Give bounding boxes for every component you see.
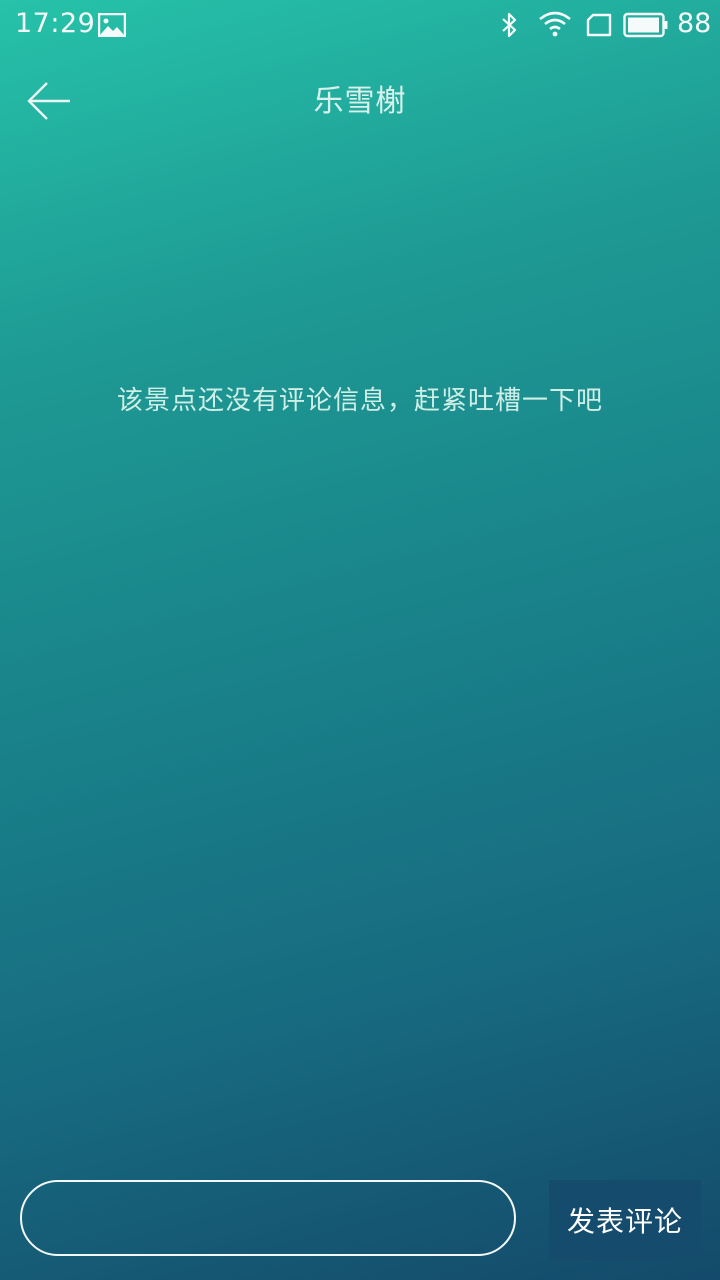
- nav-bar: 乐雪榭: [0, 60, 720, 132]
- battery-level: 88: [677, 8, 712, 39]
- submit-comment-button[interactable]: 发表评论: [549, 1180, 701, 1260]
- comment-input[interactable]: [20, 1180, 516, 1256]
- battery-icon: [623, 12, 669, 38]
- wifi-icon: [538, 10, 572, 38]
- image-icon: [97, 12, 127, 38]
- sim-icon: [586, 13, 612, 37]
- status-time: 17:29: [15, 8, 96, 39]
- status-bar: 17:29 88: [0, 0, 720, 50]
- page-title: 乐雪榭: [313, 84, 407, 119]
- bluetooth-icon: [500, 11, 518, 39]
- empty-comments-message: 该景点还没有评论信息，赶紧吐槽一下吧: [116, 386, 603, 416]
- comment-bar: 发表评论: [0, 1180, 720, 1262]
